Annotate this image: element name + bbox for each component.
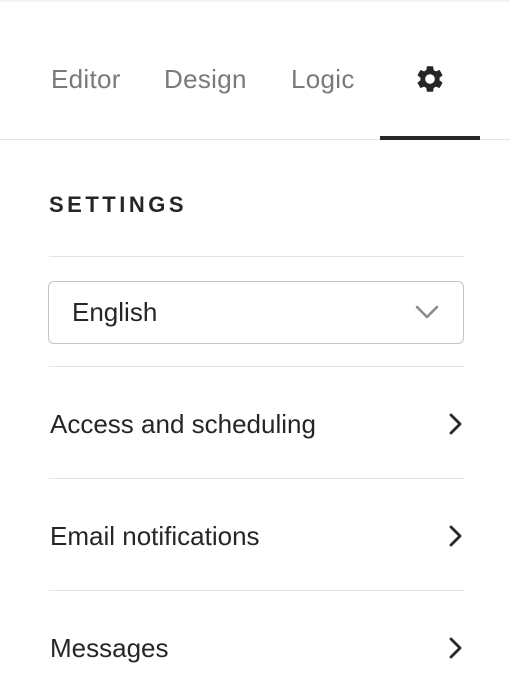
menu-item-label: Messages — [50, 633, 169, 663]
chevron-right-icon — [449, 637, 462, 659]
tab-design[interactable]: Design — [164, 58, 247, 100]
divider — [49, 590, 464, 591]
active-tab-indicator — [380, 136, 480, 140]
chevron-right-icon — [449, 525, 462, 547]
menu-item-messages[interactable]: Messages — [49, 618, 464, 678]
language-select-value: English — [72, 297, 158, 327]
tab-editor[interactable]: Editor — [51, 58, 121, 100]
divider — [49, 256, 464, 257]
menu-item-label: Access and scheduling — [50, 409, 316, 439]
section-title: SETTINGS — [49, 192, 188, 217]
gear-icon[interactable] — [414, 63, 446, 95]
divider — [49, 478, 464, 479]
divider — [49, 366, 464, 367]
panel-tabs: Editor Design Logic — [0, 0, 510, 140]
chevron-right-icon — [449, 413, 462, 435]
chevron-down-icon — [415, 305, 439, 319]
menu-item-label: Email notifications — [50, 521, 260, 551]
menu-item-access-and-scheduling[interactable]: Access and scheduling — [49, 394, 464, 454]
menu-item-email-notifications[interactable]: Email notifications — [49, 506, 464, 566]
tab-logic[interactable]: Logic — [291, 58, 355, 100]
language-select[interactable]: English — [48, 281, 464, 344]
